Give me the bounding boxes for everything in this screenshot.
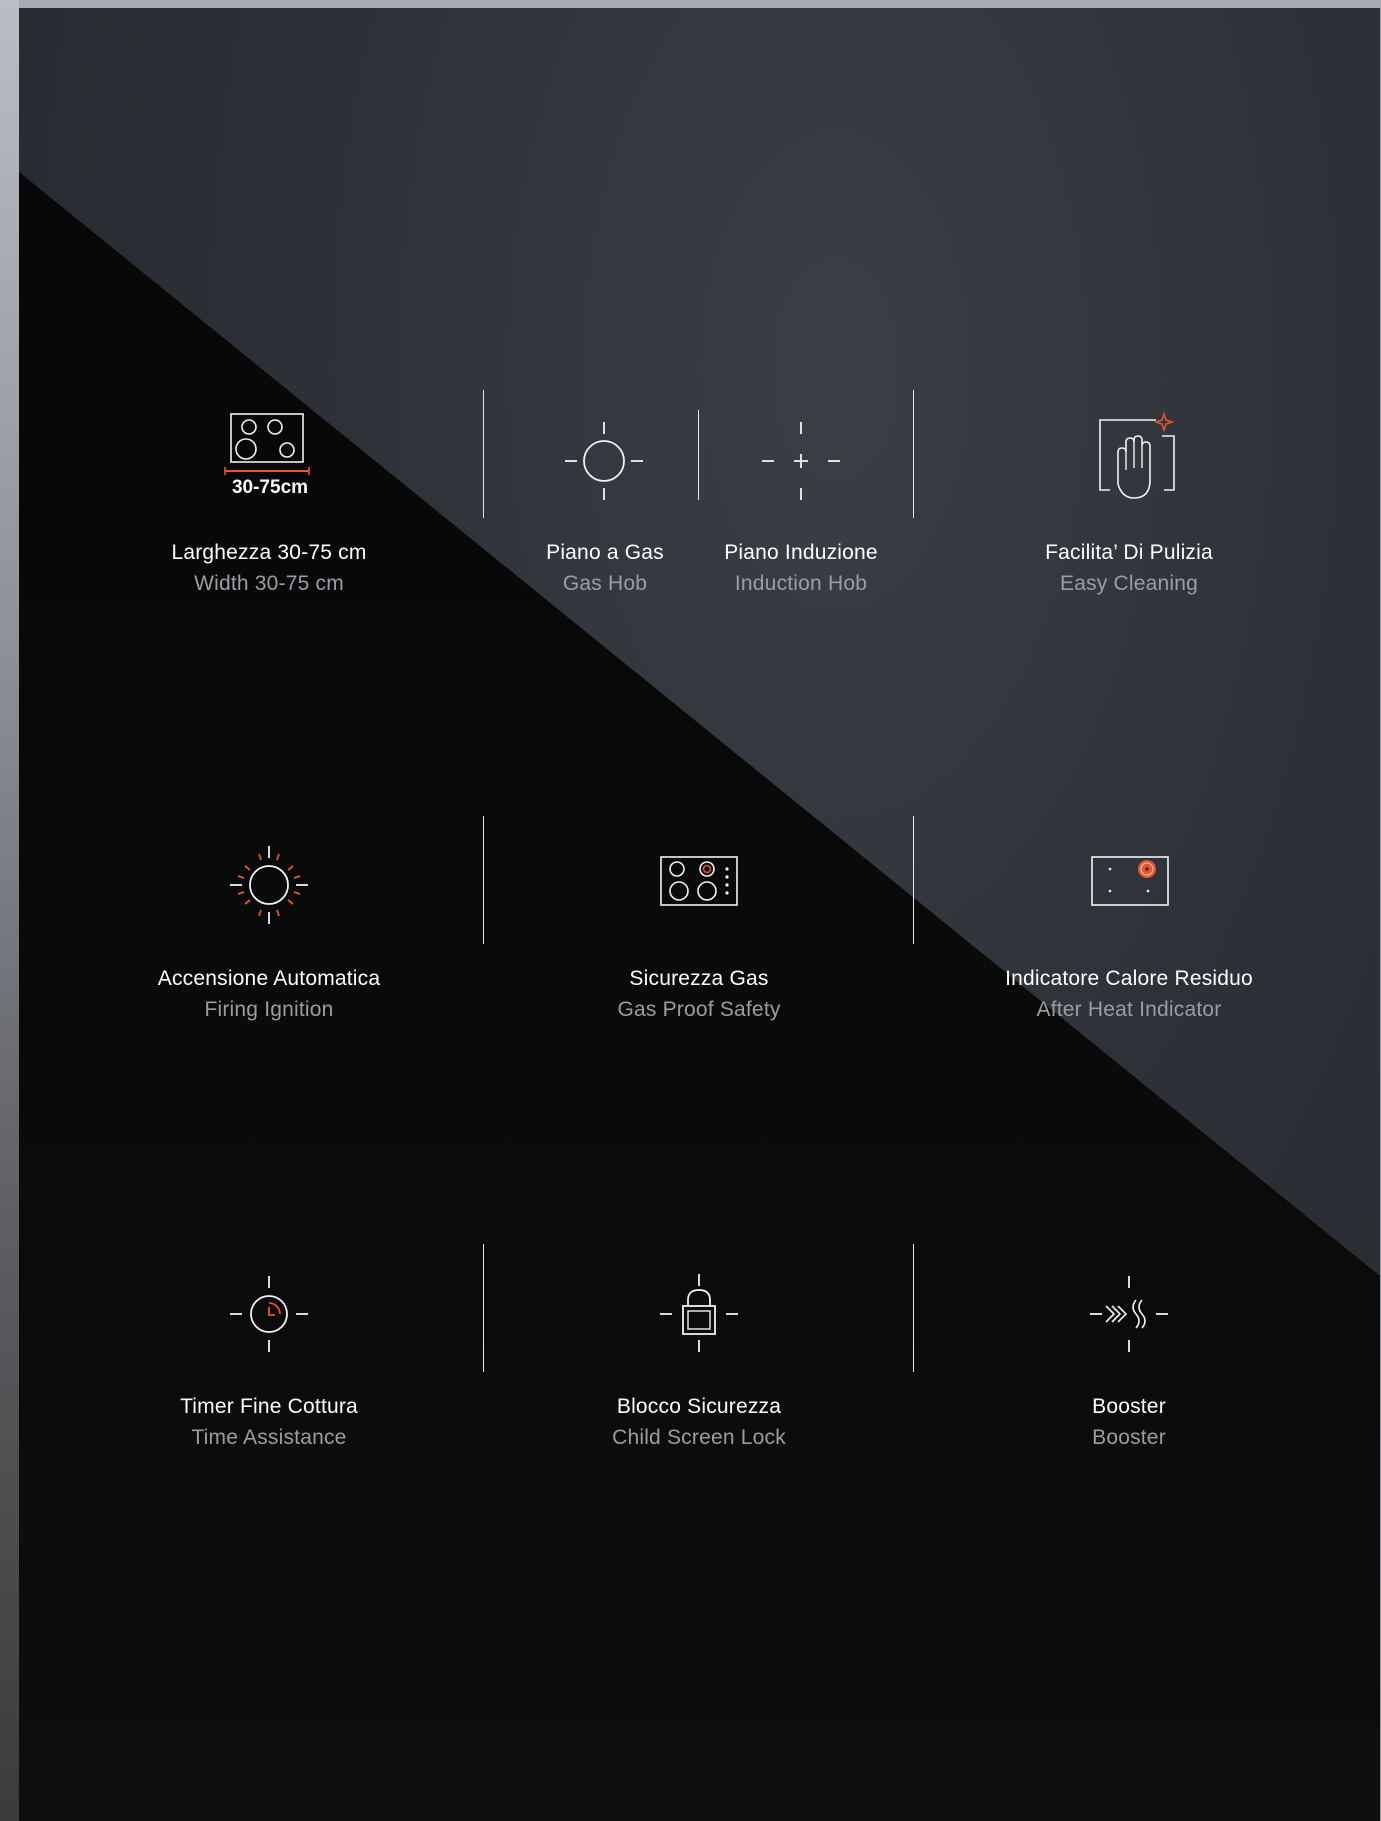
feature-easy-cleaning: Facilita’ Di Pulizia Easy Cleaning	[979, 540, 1279, 597]
cleaning-hand-icon	[1088, 408, 1178, 508]
feature-induction-hob: Piano Induzione Induction Hob	[651, 540, 951, 597]
feature-after-heat-indicator: Indicatore Calore Residuo After Heat Ind…	[979, 966, 1279, 1023]
gas-safety-hob-icon	[659, 855, 739, 915]
feature-child-screen-lock: Blocco Sicurezza Child Screen Lock	[549, 1394, 849, 1451]
feature-booster: Booster Booster	[979, 1394, 1279, 1451]
width-label: 30-75cm	[231, 477, 309, 498]
divider	[913, 1244, 914, 1372]
feature-title: Booster	[1092, 1395, 1166, 1418]
divider	[483, 390, 484, 518]
feature-subtitle: Width 30-75 cm	[194, 572, 344, 595]
feature-title: Indicatore Calore Residuo	[1005, 967, 1253, 990]
feature-page: 30-75cm Larghezza 30-75 cm Width 30-75 c…	[19, 8, 1380, 1821]
ignition-sun-icon	[224, 840, 314, 930]
feature-subtitle: Firing Ignition	[204, 998, 334, 1021]
feature-title: Timer Fine Cottura	[180, 1395, 358, 1418]
residual-heat-icon	[1090, 855, 1170, 915]
feature-time-assistance: Timer Fine Cottura Time Assistance	[119, 1394, 419, 1451]
feature-title: Piano Induzione	[724, 541, 878, 564]
hob-width-icon	[215, 412, 315, 482]
feature-subtitle: After Heat Indicator	[1036, 998, 1222, 1021]
feature-title: Accensione Automatica	[157, 967, 381, 990]
divider	[913, 390, 914, 518]
top-edge	[0, 0, 1381, 8]
feature-width: Larghezza 30-75 cm Width 30-75 cm	[119, 540, 419, 597]
booster-icon	[1084, 1270, 1174, 1360]
feature-subtitle: Easy Cleaning	[1059, 572, 1198, 595]
feature-gas-proof-safety: Sicurezza Gas Gas Proof Safety	[549, 966, 849, 1023]
divider	[698, 410, 699, 500]
padlock-icon	[654, 1268, 744, 1358]
feature-title: Larghezza 30-75 cm	[171, 541, 367, 564]
timer-icon	[224, 1270, 314, 1360]
feature-title: Sicurezza Gas	[629, 967, 769, 990]
feature-title: Blocco Sicurezza	[616, 1395, 782, 1418]
divider	[483, 1244, 484, 1372]
feature-firing-ignition: Accensione Automatica Firing Ignition	[119, 966, 419, 1023]
divider	[483, 816, 484, 944]
feature-subtitle: Time Assistance	[191, 1426, 347, 1449]
induction-icon	[756, 414, 846, 504]
feature-subtitle: Child Screen Lock	[612, 1426, 786, 1449]
feature-subtitle: Booster	[1092, 1426, 1166, 1449]
feature-subtitle: Induction Hob	[734, 572, 868, 595]
gas-burner-icon	[559, 414, 649, 504]
left-edge	[0, 0, 19, 1821]
divider	[913, 816, 914, 944]
feature-subtitle: Gas Proof Safety	[617, 998, 781, 1021]
feature-title: Facilita’ Di Pulizia	[1045, 541, 1213, 564]
